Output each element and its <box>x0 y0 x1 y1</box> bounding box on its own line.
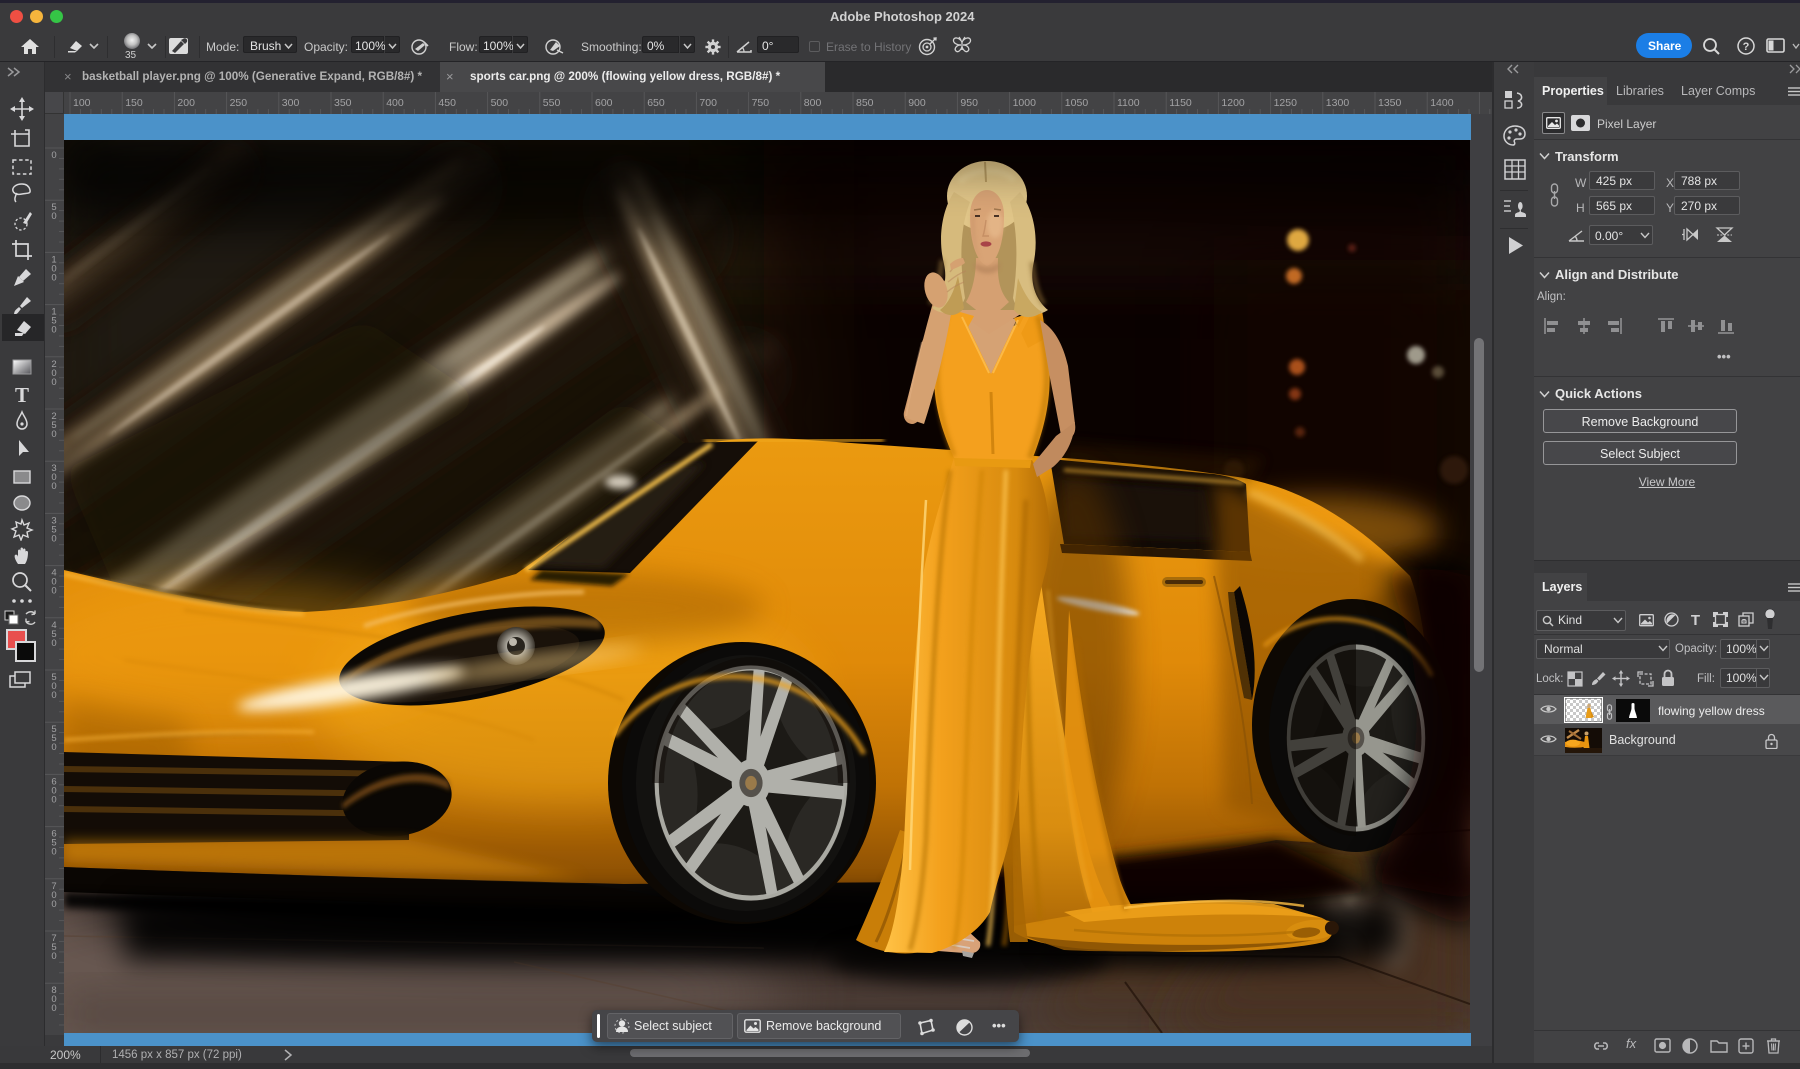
svg-text:0: 0 <box>51 1003 56 1014</box>
svg-text:0: 0 <box>51 150 56 161</box>
svg-text:0: 0 <box>51 690 56 701</box>
svg-text:1100: 1100 <box>1117 97 1140 109</box>
svg-text:650: 650 <box>647 97 665 109</box>
svg-text:0: 0 <box>51 211 56 222</box>
svg-text:0: 0 <box>51 638 56 649</box>
svg-text:350: 350 <box>334 97 352 109</box>
svg-text:0: 0 <box>51 951 56 962</box>
svg-text:1150: 1150 <box>1169 97 1192 109</box>
svg-text:750: 750 <box>752 97 770 109</box>
svg-text:0: 0 <box>51 429 56 440</box>
svg-text:T: T <box>1691 612 1700 627</box>
svg-text:1050: 1050 <box>1065 97 1089 109</box>
svg-text:1350: 1350 <box>1378 97 1402 109</box>
svg-text:0: 0 <box>51 794 56 805</box>
svg-text:950: 950 <box>960 97 978 109</box>
svg-text:600: 600 <box>595 97 613 109</box>
svg-text:0: 0 <box>51 481 56 492</box>
svg-text:850: 850 <box>856 97 874 109</box>
svg-text:0: 0 <box>51 847 56 858</box>
svg-text:100: 100 <box>73 97 91 109</box>
svg-text:?: ? <box>1743 41 1750 53</box>
svg-text:T: T <box>15 383 29 407</box>
svg-text:0: 0 <box>51 533 56 544</box>
svg-text:800: 800 <box>804 97 822 109</box>
svg-text:150: 150 <box>125 97 143 109</box>
svg-text:500: 500 <box>491 97 509 109</box>
svg-text:450: 450 <box>438 97 456 109</box>
svg-text:900: 900 <box>908 97 926 109</box>
svg-text:0: 0 <box>51 899 56 910</box>
svg-text:250: 250 <box>230 97 248 109</box>
svg-text:0: 0 <box>51 742 56 753</box>
svg-text:1300: 1300 <box>1326 97 1350 109</box>
svg-text:0: 0 <box>51 272 56 283</box>
svg-text:1200: 1200 <box>1221 97 1245 109</box>
svg-text:300: 300 <box>282 97 300 109</box>
svg-text:1250: 1250 <box>1274 97 1298 109</box>
svg-text:400: 400 <box>386 97 404 109</box>
svg-text:1400: 1400 <box>1430 97 1454 109</box>
svg-text:0: 0 <box>51 586 56 597</box>
svg-text:0: 0 <box>51 325 56 336</box>
svg-text:550: 550 <box>543 97 561 109</box>
svg-text:0: 0 <box>51 377 56 388</box>
svg-text:700: 700 <box>699 97 717 109</box>
svg-text:200: 200 <box>177 97 195 109</box>
svg-text:1000: 1000 <box>1013 97 1037 109</box>
